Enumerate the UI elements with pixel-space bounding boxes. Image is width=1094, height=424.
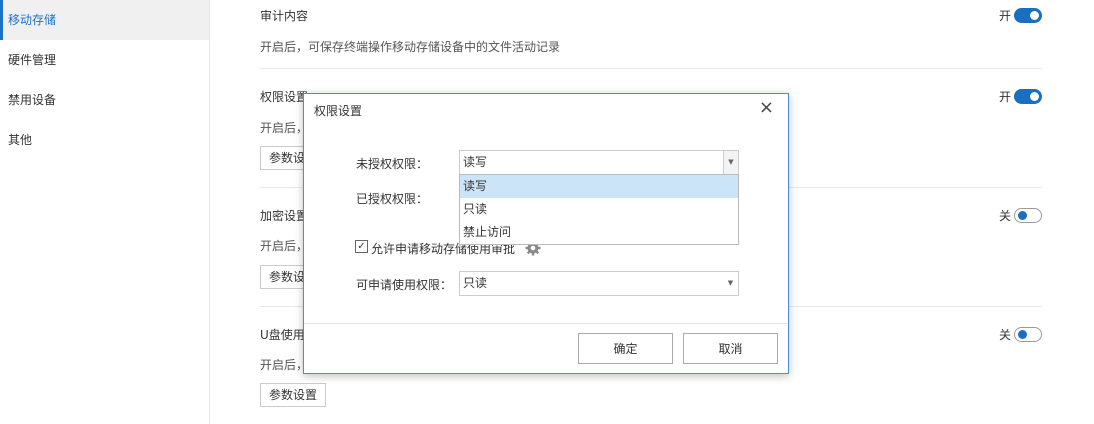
chevron-down-icon: ▼ bbox=[727, 279, 734, 287]
encrypt-desc: 开启后， bbox=[260, 239, 309, 253]
dropdown-option-no-access[interactable]: 禁止访问 bbox=[460, 221, 738, 244]
usb-toggle[interactable] bbox=[1014, 327, 1042, 342]
audit-section: 审计内容 开启后，可保存终端操作移动存储设备中的文件活动记录 开 bbox=[260, 7, 1042, 69]
allow-apply-checkbox[interactable]: ✓ bbox=[355, 240, 368, 253]
authorized-label: 已授权权限： bbox=[356, 192, 429, 206]
applicable-select-value: 只读 bbox=[463, 276, 488, 290]
toggle-knob bbox=[1018, 330, 1027, 339]
dialog-title: 权限设置 bbox=[314, 104, 363, 118]
chevron-down-icon: ▼ bbox=[723, 151, 738, 174]
audit-toggle[interactable] bbox=[1014, 8, 1042, 23]
close-icon[interactable]: × bbox=[759, 98, 774, 118]
usb-toggle-group: 关 bbox=[999, 326, 1042, 343]
applicable-label: 可申请使用权限： bbox=[356, 278, 453, 292]
usb-params-button[interactable]: 参数设置 bbox=[260, 383, 327, 407]
sidebar-item-other[interactable]: 其他 bbox=[0, 120, 209, 160]
sidebar-item-hardware[interactable]: 硬件管理 bbox=[0, 40, 209, 80]
usb-desc: 开启后， bbox=[260, 358, 309, 372]
unauthorized-dropdown-list: 读写 只读 禁止访问 bbox=[459, 174, 739, 245]
unauthorized-select-value: 读写 bbox=[463, 155, 488, 169]
encrypt-toggle[interactable] bbox=[1014, 208, 1042, 223]
dialog-divider bbox=[304, 323, 788, 324]
permission-toggle-group: 开 bbox=[999, 88, 1042, 105]
applicable-select[interactable]: 只读 ▼ bbox=[459, 271, 739, 296]
unauthorized-label: 未授权权限： bbox=[356, 157, 429, 171]
permission-desc: 开启后， bbox=[260, 121, 309, 135]
dropdown-option-read-only[interactable]: 只读 bbox=[460, 198, 738, 221]
sidebar-item-removable-storage[interactable]: 移动存储 bbox=[0, 0, 209, 40]
usb-title: U盘使用 bbox=[260, 328, 305, 342]
unauthorized-select[interactable]: 读写 ▼ bbox=[459, 150, 739, 175]
encrypt-toggle-group: 关 bbox=[999, 207, 1042, 224]
sidebar: 移动存储 硬件管理 禁用设备 其他 bbox=[0, 0, 210, 424]
cancel-button[interactable]: 取消 bbox=[683, 333, 778, 364]
audit-title: 审计内容 bbox=[260, 9, 309, 23]
toggle-knob bbox=[1030, 92, 1039, 101]
permission-toggle[interactable] bbox=[1014, 89, 1042, 104]
permission-title: 权限设置 bbox=[260, 90, 309, 104]
encrypt-toggle-label: 关 bbox=[998, 209, 1011, 223]
permission-dialog: 权限设置 × 未授权权限： 读写 ▼ 已授权权限： ✓ 允许申请移动存储使用审批… bbox=[303, 93, 789, 374]
encrypt-title: 加密设置 bbox=[260, 209, 309, 223]
permission-toggle-label: 开 bbox=[998, 90, 1011, 104]
sidebar-item-disabled-devices[interactable]: 禁用设备 bbox=[0, 80, 209, 120]
usb-toggle-label: 关 bbox=[998, 328, 1011, 342]
toggle-knob bbox=[1018, 211, 1027, 220]
audit-toggle-label: 开 bbox=[998, 9, 1011, 23]
dropdown-option-read-write[interactable]: 读写 bbox=[460, 175, 738, 198]
confirm-button[interactable]: 确定 bbox=[578, 333, 673, 364]
toggle-knob bbox=[1030, 11, 1039, 20]
audit-desc: 开启后，可保存终端操作移动存储设备中的文件活动记录 bbox=[260, 40, 561, 54]
audit-toggle-group: 开 bbox=[999, 7, 1042, 24]
